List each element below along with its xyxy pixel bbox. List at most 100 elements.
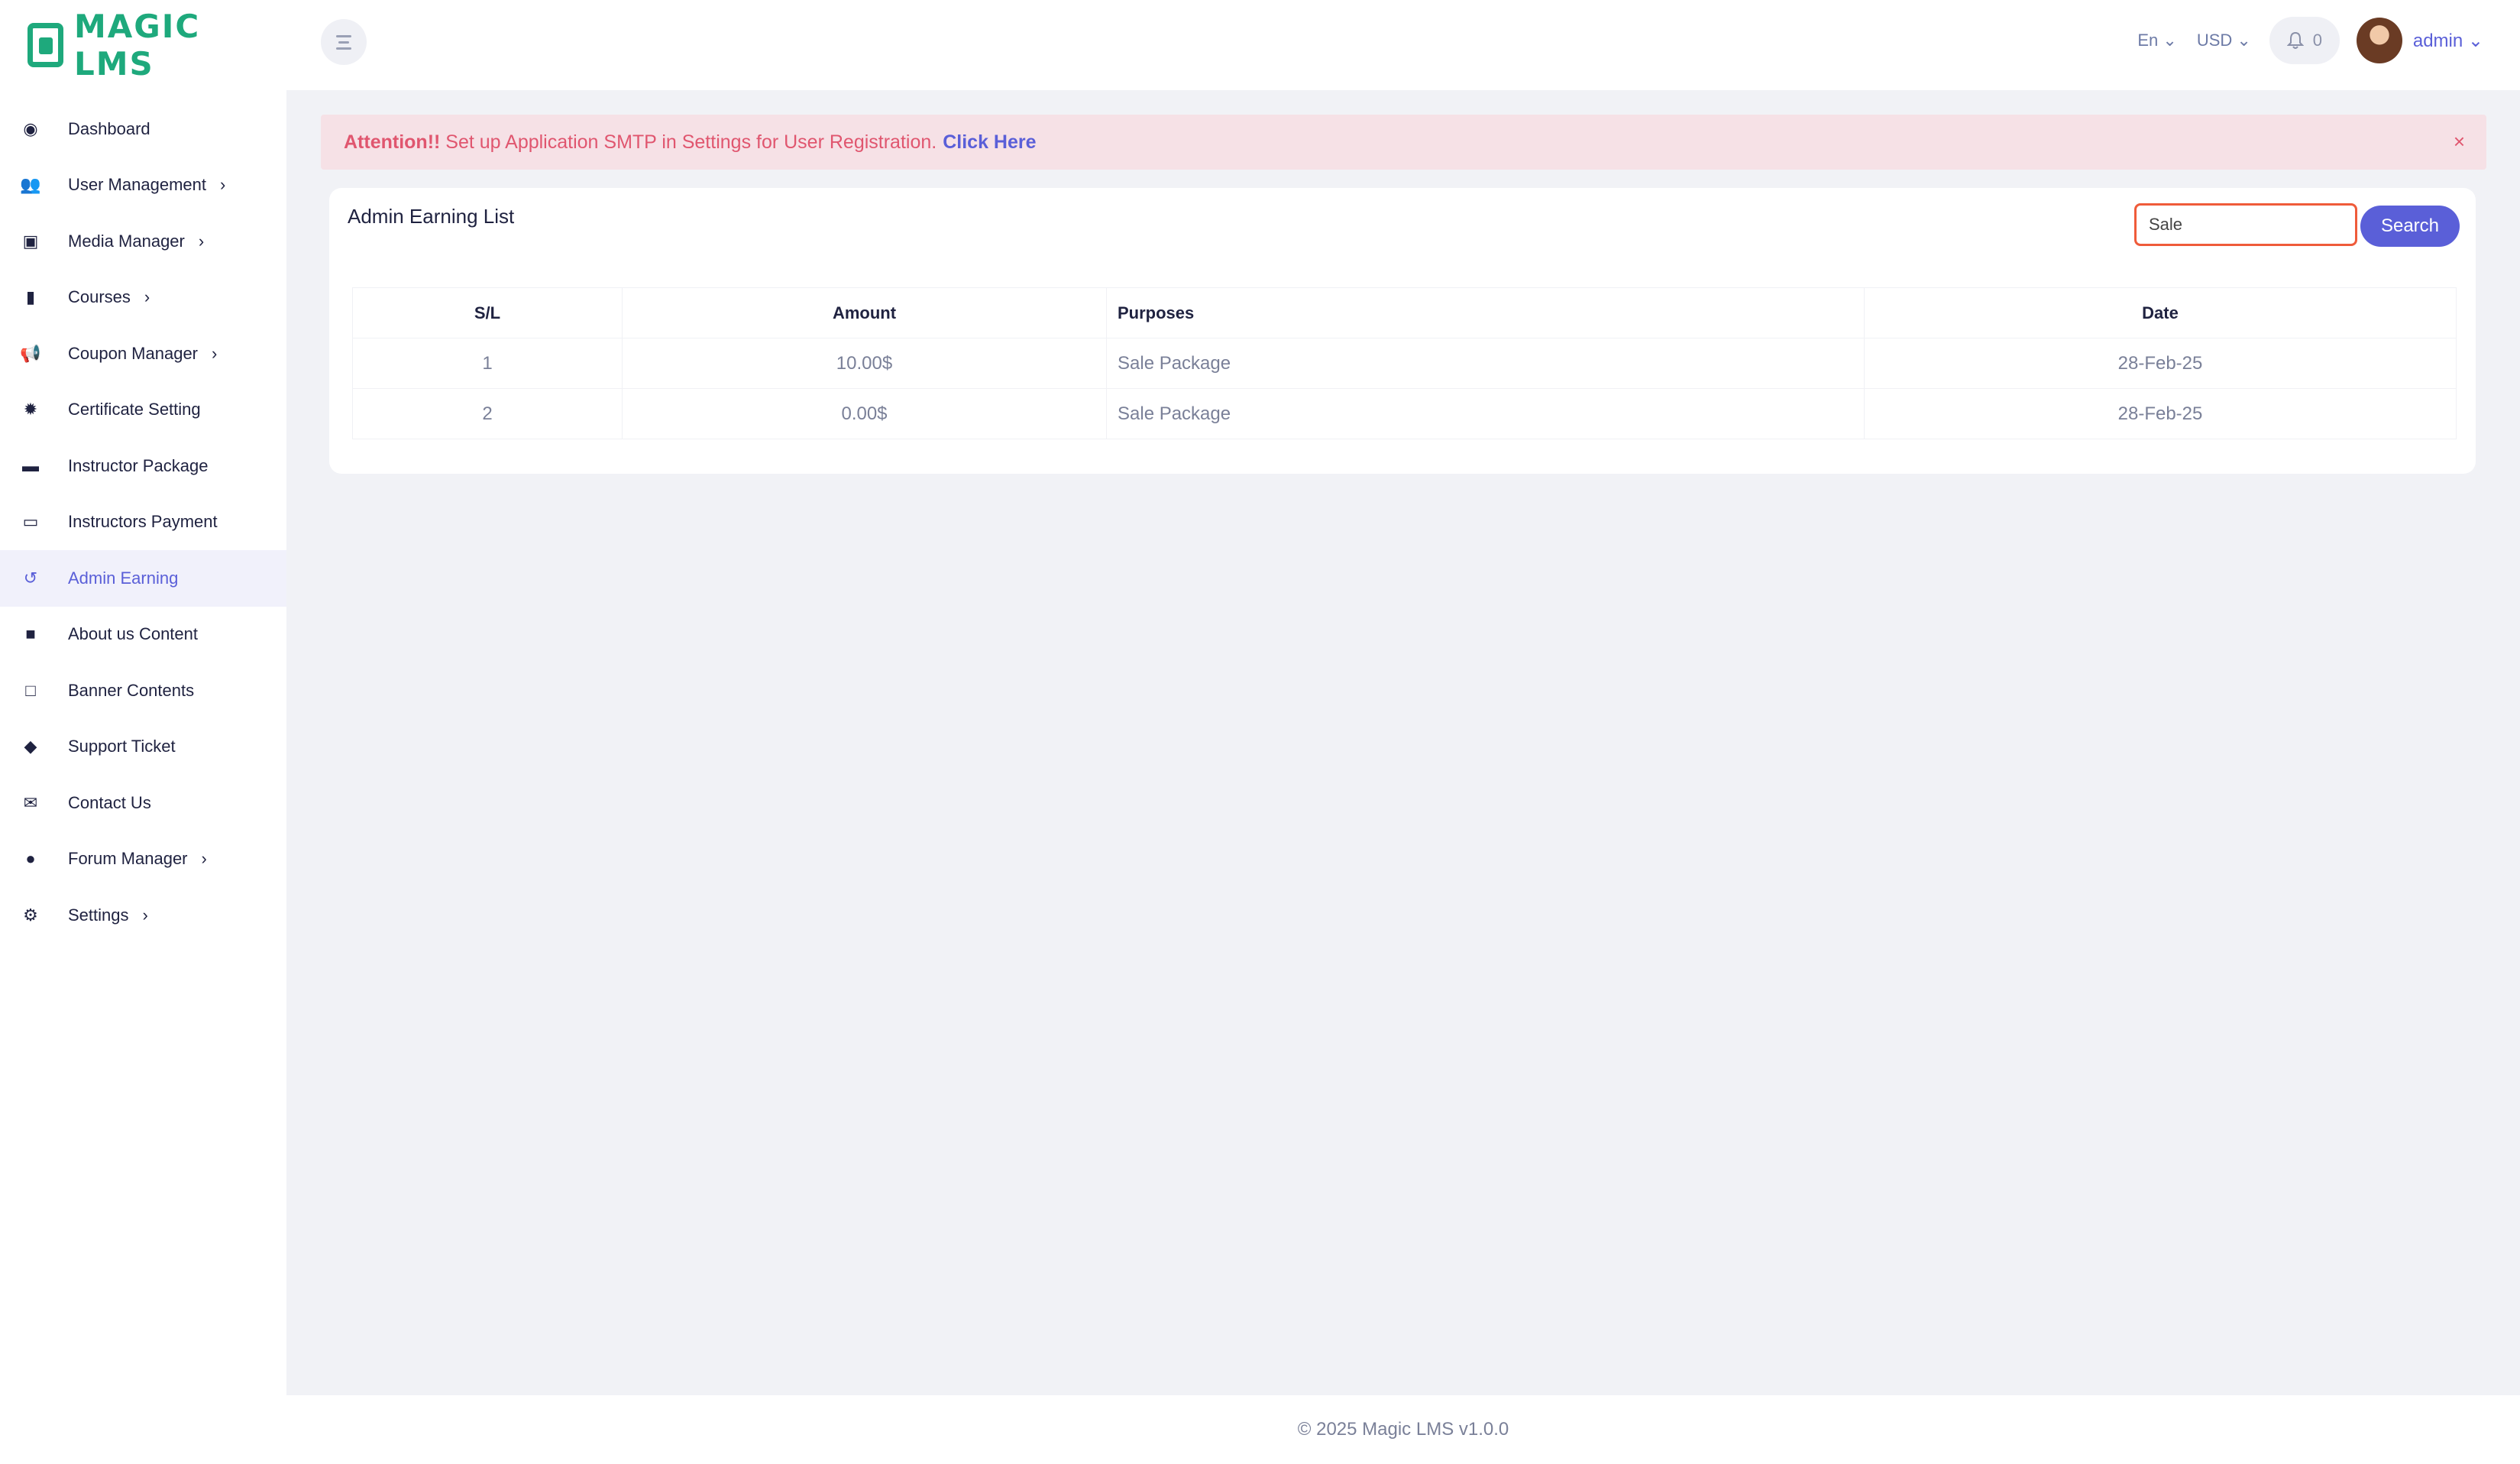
search-input[interactable]	[2134, 203, 2357, 246]
sidebar-item-label: Contact Us	[68, 792, 151, 812]
chevron-right-icon: ›	[219, 175, 226, 195]
cell-date: 28-Feb-25	[1864, 338, 2457, 389]
header-actions: En ⌄ USD ⌄ 0 admin ⌄	[2117, 17, 2483, 64]
briefcase-icon: ▬	[22, 455, 39, 475]
chevron-right-icon: ›	[201, 849, 207, 869]
chevron-down-icon: ⌄	[2237, 31, 2251, 50]
search-button[interactable]: Search	[2360, 206, 2460, 247]
users-icon: 👥	[20, 175, 41, 195]
chevron-right-icon: ›	[144, 287, 150, 307]
sidebar-item-media-manager[interactable]: ▣ Media Manager ›	[0, 213, 286, 270]
cell-sl: 1	[352, 338, 623, 389]
sidebar-item-label: Instructor Package	[68, 455, 209, 475]
sidebar-item-label: Coupon Manager	[68, 343, 199, 363]
sidebar-item-label: Settings	[68, 905, 129, 925]
sidebar-item-settings[interactable]: ⚙ Settings ›	[0, 887, 286, 944]
alert-link[interactable]: Click Here	[943, 131, 1036, 154]
ticket-icon: ◆	[24, 737, 37, 756]
sidebar-item-instructors-payment[interactable]: ▭ Instructors Payment	[0, 494, 286, 551]
earning-table: S/L Amount Purposes Date 1 10.00$ Sale P…	[352, 287, 2457, 439]
sidebar-item-banner-contents[interactable]: □ Banner Contents	[0, 662, 286, 719]
sidebar-item-courses[interactable]: ▮ Courses ›	[0, 270, 286, 326]
cell-amount: 0.00$	[622, 388, 1107, 439]
bell-icon	[2286, 31, 2304, 49]
sidebar-item-label: Courses	[68, 287, 131, 307]
close-icon[interactable]: ×	[2454, 130, 2465, 154]
table-header-row: S/L Amount Purposes Date	[352, 287, 2457, 338]
sidebar-item-label: User Management	[68, 175, 206, 195]
user-menu[interactable]: admin ⌄	[2413, 30, 2483, 52]
card-title: Admin Earning List	[348, 205, 515, 228]
sidebar-toggle-button[interactable]	[321, 19, 367, 65]
sidebar-item-dashboard[interactable]: ◉ Dashboard	[0, 101, 286, 157]
sidebar-item-label: Instructors Payment	[68, 512, 218, 532]
sidebar-item-user-management[interactable]: 👥 User Management ›	[0, 157, 286, 214]
currency-label: USD	[2196, 31, 2233, 50]
cell-date: 28-Feb-25	[1864, 388, 2457, 439]
brand-logo[interactable]: MAGIC LMS	[0, 0, 286, 90]
sidebar-item-certificate-setting[interactable]: ✹ Certificate Setting	[0, 382, 286, 439]
column-header: Date	[1864, 287, 2457, 338]
sidebar-item-admin-earning[interactable]: ↺ Admin Earning	[0, 550, 286, 607]
column-header: Purposes	[1106, 287, 1865, 338]
top-header: En ⌄ USD ⌄ 0 admin ⌄	[286, 0, 2520, 90]
chevron-right-icon: ›	[212, 343, 218, 363]
sidebar-item-label: Admin Earning	[68, 568, 179, 588]
language-dropdown[interactable]: En ⌄	[2137, 31, 2176, 50]
copyright-text: © 2025 Magic LMS v1.0.0	[1297, 1419, 1509, 1440]
sidebar-item-support-ticket[interactable]: ◆ Support Ticket	[0, 719, 286, 776]
earning-list-card: Admin Earning List Search S/L Amount Pur…	[329, 188, 2476, 474]
sidebar-item-label: Support Ticket	[68, 737, 176, 756]
cell-sl: 2	[352, 388, 623, 439]
menu-line-icon	[336, 34, 351, 37]
envelope-open-icon: ✉	[23, 792, 38, 812]
palette-icon: ◉	[23, 118, 38, 138]
sidebar: MAGIC LMS ◉ Dashboard 👥 User Management › ▣ Me…	[0, 0, 286, 1464]
sidebar-item-coupon-manager[interactable]: 📢 Coupon Manager ›	[0, 326, 286, 382]
gear-icon: ⚙	[23, 905, 38, 925]
sidebar-item-label: Certificate Setting	[68, 400, 201, 419]
column-header: Amount	[622, 287, 1107, 338]
cell-amount: 10.00$	[622, 338, 1107, 389]
sidebar-item-instructor-package[interactable]: ▬ Instructor Package	[0, 438, 286, 494]
image-icon: ▣	[22, 231, 39, 251]
sidebar-item-label: Banner Contents	[68, 680, 195, 700]
megaphone-icon: 📢	[20, 343, 41, 363]
currency-dropdown[interactable]: USD ⌄	[2197, 31, 2251, 50]
column-header: S/L	[352, 287, 623, 338]
chevron-right-icon: ›	[198, 231, 205, 251]
table-row: 2 0.00$ Sale Package 28-Feb-25	[352, 388, 2457, 439]
alert-message: Set up Application SMTP in Settings for …	[445, 131, 937, 153]
logo-icon	[27, 23, 63, 67]
certificate-icon: ✹	[23, 400, 38, 419]
chevron-down-icon: ⌄	[2163, 31, 2177, 50]
sidebar-nav: ◉ Dashboard 👥 User Management › ▣ Media Manage…	[0, 90, 286, 944]
brand-name: MAGIC LMS	[73, 8, 201, 83]
sidebar-item-label: Forum Manager	[68, 849, 188, 869]
sidebar-item-forum-manager[interactable]: ● Forum Manager ›	[0, 831, 286, 888]
note-icon: ■	[25, 624, 36, 644]
table-row: 1 10.00$ Sale Package 28-Feb-25	[352, 338, 2457, 389]
sidebar-item-about-us-content[interactable]: ■ About us Content	[0, 607, 286, 663]
history-icon: ↺	[23, 568, 38, 588]
notifications-button[interactable]: 0	[2269, 17, 2340, 64]
sidebar-item-contact-us[interactable]: ✉ Contact Us	[0, 775, 286, 831]
menu-line-icon	[336, 47, 351, 50]
menu-line-icon	[338, 40, 349, 44]
sidebar-item-label: Dashboard	[68, 118, 150, 138]
chevron-down-icon: ⌄	[2467, 30, 2483, 51]
footer: © 2025 Magic LMS v1.0.0	[286, 1395, 2520, 1464]
question-circle-icon: ●	[25, 849, 36, 869]
sidebar-item-label: About us Content	[68, 624, 199, 644]
alert-strong: Attention!!	[344, 131, 441, 153]
user-name: admin	[2412, 30, 2463, 51]
book-icon: ▮	[25, 287, 36, 307]
language-label: En	[2137, 31, 2159, 50]
notification-count: 0	[2312, 31, 2322, 50]
sticky-note-icon: □	[25, 680, 36, 700]
cell-purpose: Sale Package	[1106, 338, 1865, 389]
chevron-right-icon: ›	[142, 905, 148, 925]
money-icon: ▭	[22, 512, 39, 532]
smtp-alert: Attention!! Set up Application SMTP in S…	[321, 115, 2486, 170]
avatar[interactable]	[2356, 18, 2402, 63]
